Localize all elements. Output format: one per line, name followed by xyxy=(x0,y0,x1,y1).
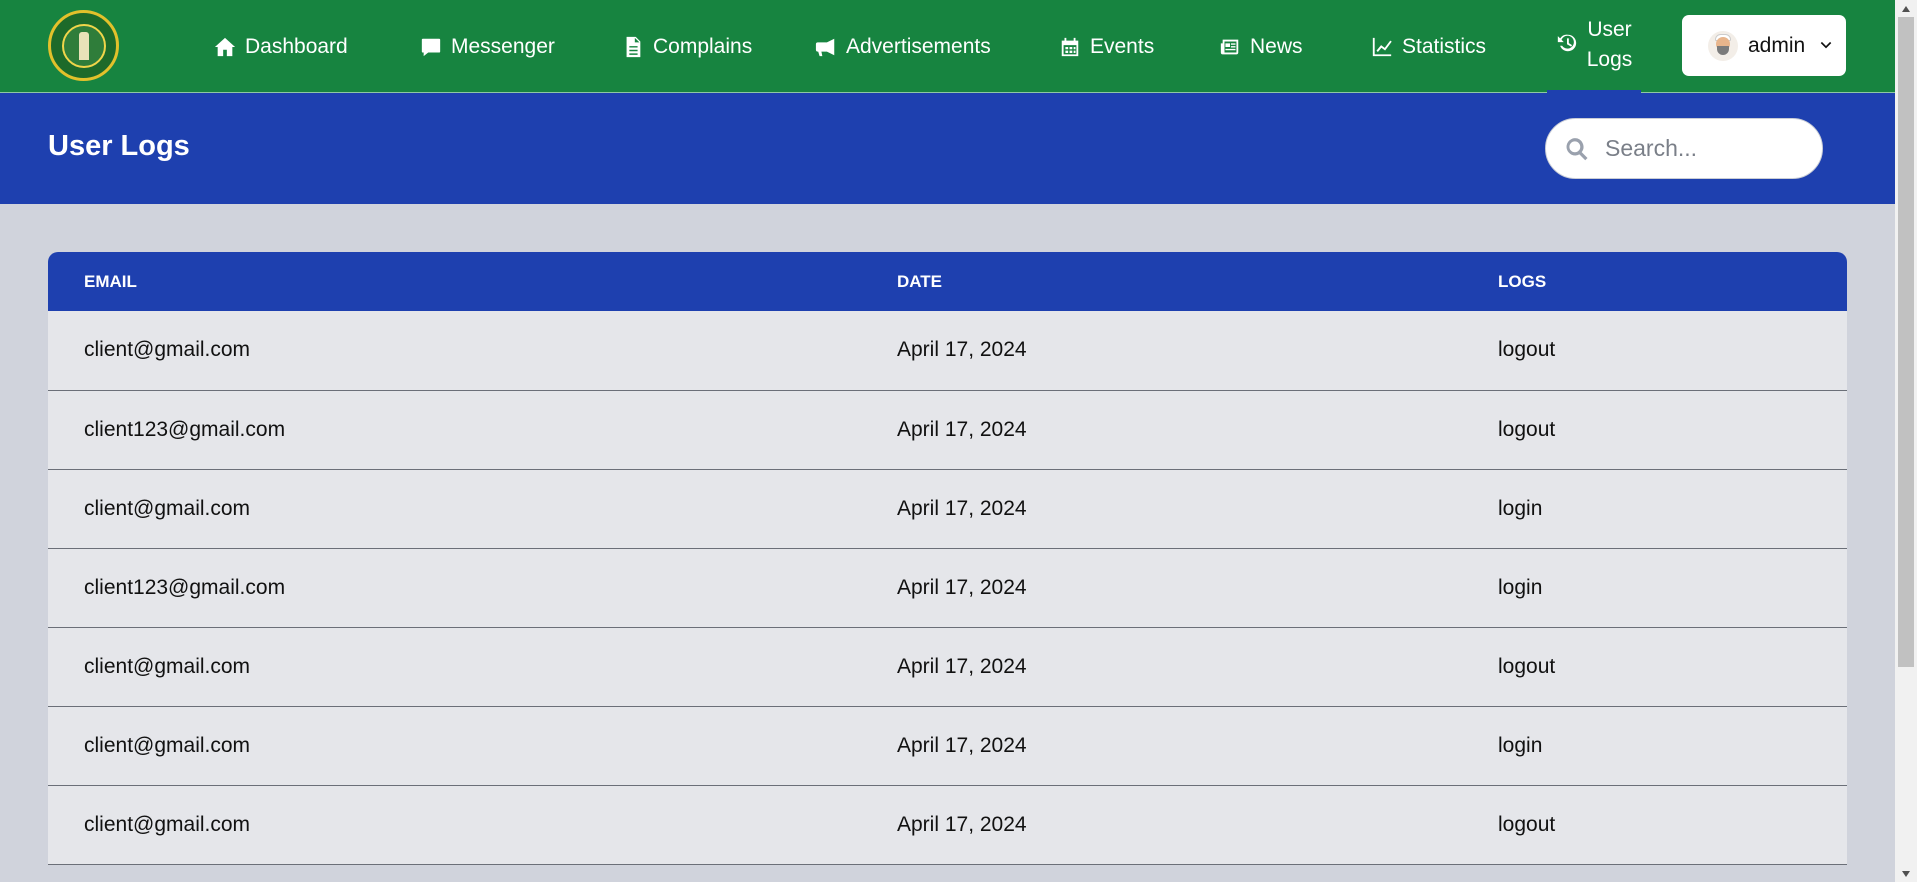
chevron-down-icon xyxy=(1820,41,1832,48)
cell-date: April 17, 2024 xyxy=(897,812,1027,836)
scroll-up-button[interactable] xyxy=(1895,0,1917,17)
cell-email: client@gmail.com xyxy=(84,733,251,757)
cell-date: April 17, 2024 xyxy=(897,338,1027,362)
nav-dashboard-label: Dashboard xyxy=(245,34,348,58)
nav-events[interactable]: Events xyxy=(1059,0,1154,93)
cell-log: login xyxy=(1498,733,1543,757)
cell-date: April 17, 2024 xyxy=(897,733,1027,757)
cell-email: client@gmail.com xyxy=(84,338,251,362)
nav-statistics[interactable]: Statistics xyxy=(1371,0,1486,93)
table-row[interactable]: client@gmail.com April 17, 2024 logout xyxy=(48,311,1847,390)
page-header: User Logs xyxy=(0,93,1895,204)
scroll-down-button[interactable] xyxy=(1895,865,1917,882)
cell-log: logout xyxy=(1498,654,1556,678)
table-row[interactable]: client@gmail.com April 17, 2024 logout xyxy=(48,785,1847,864)
line-chart-icon xyxy=(1372,37,1392,56)
avatar-beard xyxy=(1717,45,1729,55)
table-row[interactable]: client@gmail.com April 17, 2024 login xyxy=(48,469,1847,548)
newspaper-icon xyxy=(1220,39,1239,54)
table-row[interactable]: client@gmail.com April 17, 2024 logout xyxy=(48,627,1847,706)
nav-user-logs-label: User Logs xyxy=(1587,15,1633,75)
cell-log: logout xyxy=(1498,417,1556,441)
cell-email: client123@gmail.com xyxy=(84,575,286,599)
nav-statistics-label: Statistics xyxy=(1402,34,1487,58)
column-header-email: EMAIL xyxy=(84,271,137,291)
user-logs-table-container: EMAIL DATE LOGS client@gmail.com April 1… xyxy=(48,252,1847,865)
cell-date: April 17, 2024 xyxy=(897,575,1027,599)
megaphone-icon xyxy=(815,38,835,56)
nav-news-label: News xyxy=(1250,34,1303,58)
nav-user-logs-line2: Logs xyxy=(1586,48,1633,71)
column-header-date: DATE xyxy=(897,271,943,291)
nav-advertisements-label: Advertisements xyxy=(846,34,991,58)
admin-menu-button[interactable]: admin xyxy=(1682,15,1846,76)
nav-complains[interactable]: Complains xyxy=(622,0,752,93)
logo-seal xyxy=(61,23,106,68)
cell-email: client@gmail.com xyxy=(84,654,251,678)
search-icon xyxy=(1566,137,1588,160)
search-input[interactable] xyxy=(1605,135,1805,162)
cell-email: client@gmail.com xyxy=(84,496,251,520)
document-icon xyxy=(626,36,641,57)
column-header-logs: LOGS xyxy=(1498,271,1547,291)
cell-email: client@gmail.com xyxy=(84,812,251,836)
table-row[interactable]: client@gmail.com April 17, 2024 login xyxy=(48,706,1847,785)
municipality-logo[interactable] xyxy=(48,10,119,81)
arrow-down-icon xyxy=(1902,870,1910,877)
user-logs-table: EMAIL DATE LOGS client@gmail.com April 1… xyxy=(48,252,1847,865)
arrow-up-icon xyxy=(1902,5,1910,12)
cell-log: logout xyxy=(1498,812,1556,836)
table-row[interactable]: client123@gmail.com April 17, 2024 logou… xyxy=(48,390,1847,469)
nav-messenger[interactable]: Messenger xyxy=(420,0,555,93)
history-icon xyxy=(1557,34,1576,52)
nav-dashboard[interactable]: Dashboard xyxy=(214,0,348,93)
nav-user-logs[interactable]: User Logs xyxy=(1547,0,1641,93)
page-title: User Logs xyxy=(48,130,190,162)
cell-log: logout xyxy=(1498,338,1556,362)
nav-advertisements[interactable]: Advertisements xyxy=(815,0,991,93)
logo-tower xyxy=(78,31,89,60)
nav-events-label: Events xyxy=(1090,34,1155,58)
admin-label: admin xyxy=(1748,33,1806,57)
avatar xyxy=(1708,30,1738,61)
cell-date: April 17, 2024 xyxy=(897,654,1027,678)
nav-complains-label: Complains xyxy=(653,34,753,58)
scrollbar-thumb[interactable] xyxy=(1898,17,1914,667)
nav-news[interactable]: News xyxy=(1219,0,1303,93)
table-row[interactable]: client123@gmail.com April 17, 2024 login xyxy=(48,548,1847,627)
page-scrollbar[interactable] xyxy=(1895,0,1917,882)
cell-email: client123@gmail.com xyxy=(84,417,286,441)
chat-icon xyxy=(421,38,441,56)
top-navbar: Dashboard Messenger Complains Advertisem… xyxy=(0,0,1895,93)
search-box[interactable] xyxy=(1545,118,1823,179)
cell-date: April 17, 2024 xyxy=(897,496,1027,520)
cell-log: login xyxy=(1498,496,1543,520)
cell-date: April 17, 2024 xyxy=(897,417,1027,441)
cell-log: login xyxy=(1498,575,1543,599)
nav-user-logs-line1: User xyxy=(1587,18,1632,41)
table-header-row: EMAIL DATE LOGS xyxy=(48,252,1847,311)
nav-messenger-label: Messenger xyxy=(451,34,555,58)
calendar-icon xyxy=(1061,37,1079,56)
home-icon xyxy=(214,37,236,56)
